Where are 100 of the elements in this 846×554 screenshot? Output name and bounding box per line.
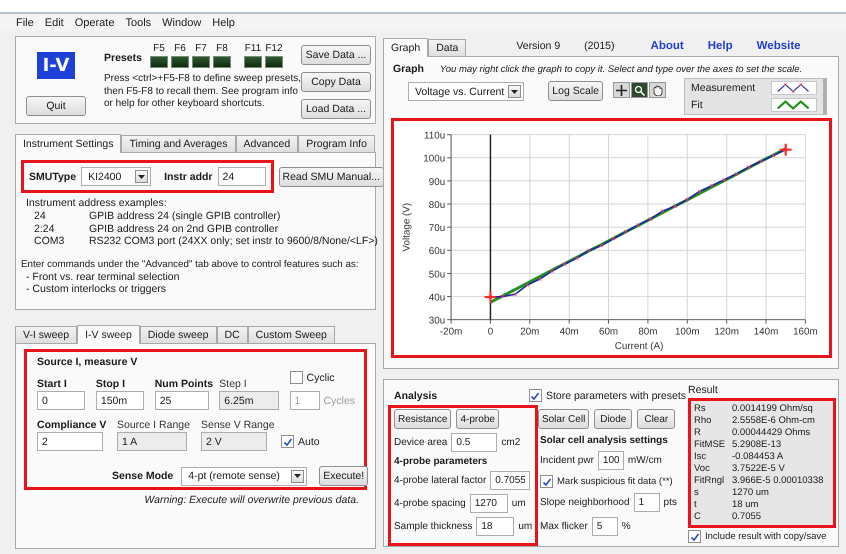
tick-label: 60m (598, 326, 618, 338)
bullet-text: - Front vs. rear terminal selection (25, 270, 180, 283)
result-name: R (694, 427, 702, 439)
result-value: 2.5558E-6 Ohm-cm (732, 415, 816, 427)
field-unit: um (518, 521, 532, 532)
tick-label: 160m (793, 326, 818, 338)
address-example: 24 (34, 210, 47, 222)
tick-label: 40u (428, 292, 446, 304)
address-example: 2:24 (34, 222, 56, 235)
axis-title: Voltage (V) (402, 202, 413, 252)
field-unit: pts (664, 497, 677, 508)
section-title: 4-probe parameters (394, 456, 488, 467)
checkbox-label: Include result with copy/save (705, 531, 826, 542)
tick-label: 90u (428, 176, 446, 188)
presets-label: Presets (104, 52, 142, 64)
field-label: Incident pwr (540, 455, 594, 466)
field-label: Sense V Range (201, 419, 276, 431)
result-value: 1270 um (732, 487, 770, 499)
preset-key-label: F7 (195, 43, 207, 54)
result-value: 0.0014199 Ohm/sq (732, 403, 814, 415)
field-unit: % (622, 521, 631, 532)
result-value: -0.084453 A (732, 451, 784, 463)
field-label: Step I (219, 378, 248, 390)
tick-label: 20m (520, 326, 540, 338)
checkbox-label: Auto (298, 436, 320, 448)
field-label: Device area (394, 437, 448, 448)
field-label: Stop I (96, 378, 126, 390)
field-label: Num Points (154, 378, 214, 390)
field-label: SMUType (29, 170, 76, 182)
result-name: Rs (694, 403, 707, 415)
result-value: 5.2908E-13 (732, 439, 782, 451)
field-label: 4-probe lateral factor (394, 475, 486, 486)
field-unit: cm2 (501, 437, 520, 448)
field-label: Slope neighborhood (540, 497, 630, 508)
result-value: 18 um (732, 499, 760, 511)
field-label: Max flicker (540, 521, 588, 532)
tick-label: 120m (714, 326, 739, 338)
bullet-text: - Custom interlocks or triggers (25, 283, 168, 296)
version-text: Version 9 (516, 40, 560, 52)
result-name: t (694, 499, 698, 511)
tick-label: 70u (428, 223, 446, 234)
note-text: Enter commands under the "Advanced" tab above to control features such as: (21, 258, 360, 270)
result-name: C (694, 511, 702, 523)
app-logo: I-V (36, 52, 76, 79)
checkbox-label: Mark suspicious fit data (**) (557, 476, 673, 487)
axis-title: Current (A) (614, 341, 664, 352)
preset-key-label: F11 (244, 43, 262, 54)
preset-key-label: F6 (174, 43, 186, 54)
preset-key-label: F12 (265, 43, 283, 54)
address-description: GPIB address 24 on 2nd GPIB controller (89, 222, 280, 235)
field-label: 4-probe spacing (394, 498, 466, 509)
section-title: Graph (393, 63, 424, 75)
tick-label: 80m (638, 326, 658, 338)
tick-label: 60u (428, 246, 446, 258)
tick-label: 40m (560, 326, 579, 338)
address-description: RS232 COM3 port (24XX only; set instr to 9600/8/None/<LF>) (89, 235, 378, 248)
address-description: GPIB address 24 (single GPIB controller) (89, 210, 282, 222)
tick-label: 110u (424, 130, 446, 142)
result-name: FitRngl (694, 475, 726, 487)
tick-label: 30u (428, 316, 446, 327)
result-name: Isc (694, 451, 708, 463)
result-name: Rho (694, 415, 712, 427)
field-unit: mW/cm (628, 455, 662, 466)
tick-label: 140m (754, 326, 778, 338)
result-name: FitMSE (694, 439, 726, 451)
checkbox-label: Cyclic (306, 372, 335, 384)
tick-label: 0 (488, 326, 494, 338)
result-value: 0.00044429 Ohms (732, 427, 812, 439)
field-label: Instr addr (164, 170, 212, 182)
section-title: Source I, measure V (37, 356, 138, 368)
legend-label: Fit (691, 99, 704, 111)
field-label: Sense Mode (112, 470, 174, 482)
field-label: Source I Range (117, 419, 191, 431)
result-name: Voc (694, 463, 711, 475)
hint-text: You may right click the graph to copy it. Select and type over the axes to set the scale. (440, 64, 802, 74)
field-unit: Cycles (324, 394, 356, 406)
result-title: Result (688, 384, 719, 396)
result-value: 3.966E-5 0.00010338 (732, 475, 824, 487)
field-label: Start I (37, 378, 68, 390)
result-value: 3.7522E-5 V (732, 463, 786, 475)
tick-label: 80u (428, 200, 446, 211)
section-title: Solar cell analysis settings (540, 435, 669, 446)
tick-label: -20m (440, 326, 462, 338)
year-text: (2015) (584, 40, 615, 52)
presets-help-text: Press <ctrl>+F5-F8 to define sweep presets, then F5-F8 to recall them. See program info or help for other keyboard shortcuts. (104, 73, 302, 110)
field-unit: um (512, 498, 526, 509)
address-example: COM3 (34, 235, 66, 248)
legend-label: Measurement (691, 82, 756, 94)
tick-label: 100m (674, 326, 700, 338)
examples-title: Instrument address examples: (26, 197, 168, 209)
tick-label: 50u (428, 269, 446, 280)
field-label: Sample thickness (394, 521, 472, 532)
warning-text: Warning: Execute will overwrite previous data. (143, 494, 360, 506)
tick-label: 100u (423, 154, 446, 165)
preset-key-label: F5 (153, 43, 165, 54)
field-label: Compliance V (37, 419, 108, 431)
result-name: s (694, 487, 700, 499)
preset-key-label: F8 (216, 43, 228, 54)
result-value: 0.7055 (732, 511, 762, 523)
section-title: Analysis (394, 390, 438, 402)
